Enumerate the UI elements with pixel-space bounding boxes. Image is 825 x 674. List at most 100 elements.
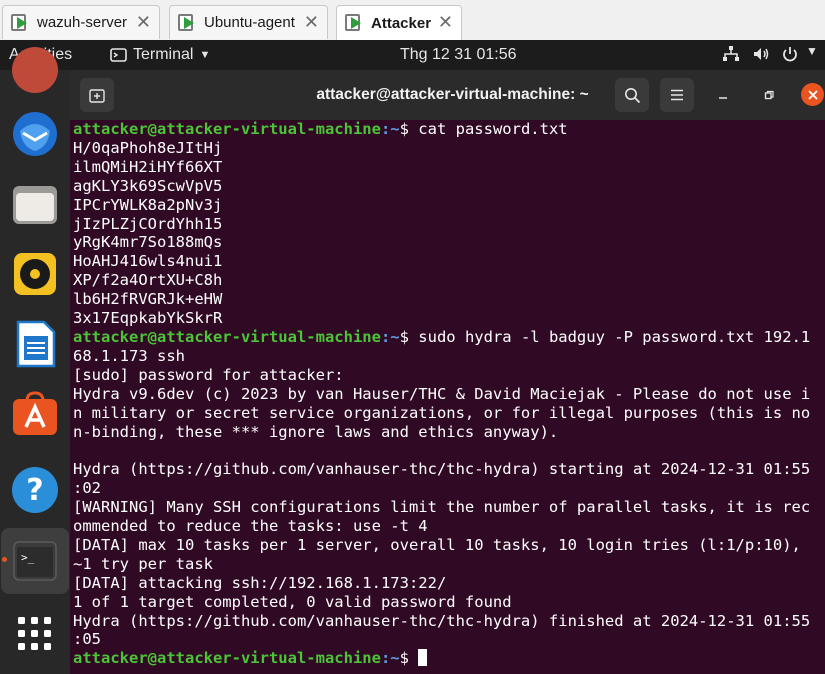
dock-help[interactable]: ? [9,464,61,516]
dock-files[interactable] [9,178,61,230]
terminal-line: [DATA] max 10 tasks per 1 server, overal… [73,535,801,554]
maximize-button[interactable] [761,87,777,103]
vm-tab-ubuntu-agent[interactable]: Ubuntu-agent ✕ [169,5,328,39]
prompt-user: attacker@attacker-virtual-machine [73,327,381,346]
vm-play-icon [345,14,363,32]
app-center-icon [13,391,57,435]
close-icon[interactable]: ✕ [438,12,453,33]
running-indicator [2,557,7,562]
terminal-title: attacker@attacker-virtual-machine: ~ [316,86,589,103]
dock-thunderbird[interactable] [9,108,61,160]
terminal-output: attacker@attacker-virtual-machine:~$ cat… [73,120,810,668]
prompt-symbol: $ [399,649,419,668]
vm-tab-label: Attacker [371,14,432,32]
terminal-line: Hydra (https://github.com/vanhauser-thc/… [73,611,811,630]
vm-tab-strip: wazuh-server ✕ Ubuntu-agent ✕ Attacker ✕ [0,0,825,40]
close-icon [807,89,818,100]
rhythmbox-icon [14,253,56,295]
terminal-icon: >_ [13,541,57,581]
terminal-line: XP/f2a4OrtXU+C8h [73,271,223,290]
restore-icon [764,90,774,100]
hamburger-icon [671,89,683,101]
text-cursor [418,649,428,667]
terminal-body[interactable]: attacker@attacker-virtual-machine:~$ cat… [70,120,825,674]
terminal-line: Hydra v9.6dev (c) 2023 by van Hauser/THC… [73,384,811,403]
network-icon[interactable] [722,45,740,68]
terminal-line-command1: attacker@attacker-virtual-machine:~$ cat… [73,120,810,139]
terminal-line: Hydra (https://github.com/vanhauser-thc/… [73,460,811,479]
minimize-button[interactable] [715,87,731,103]
terminal-line: :05 [73,630,101,649]
terminal-line-prompt: attacker@attacker-virtual-machine:~$ [73,649,810,668]
terminal-line-command2: attacker@attacker-virtual-machine:~$ sud… [73,328,810,347]
search-button[interactable] [615,78,649,112]
app-menu-button[interactable]: Terminal ▼ [110,46,210,64]
terminal-line: 3x17EqpkabYkSkrR [73,309,223,328]
minimize-icon [719,97,727,99]
close-icon[interactable]: ✕ [304,12,319,33]
chevron-down-icon[interactable]: ▼ [806,44,818,58]
prompt-symbol: $ [399,120,419,138]
dock-terminal[interactable]: >_ [9,535,61,587]
terminal-line: IPCrYWLK8a2pNv3j [73,195,223,214]
vm-tab-attacker[interactable]: Attacker ✕ [336,5,462,40]
prompt-path: :~ [380,649,400,668]
clock[interactable]: Thg 12 31 01:56 [400,46,517,64]
terminal-line: [WARNING] Many SSH configurations limit … [73,498,811,517]
terminal-line: yRgK4mr7So188mQs [73,233,223,252]
svg-text:?: ? [26,473,43,508]
new-tab-icon [89,89,105,103]
close-button[interactable] [801,83,824,106]
terminal-line: :02 [73,479,101,498]
menu-button[interactable] [660,78,694,112]
prompt-path: :~ [380,120,400,138]
prompt-path: :~ [380,327,400,346]
terminal-line: 1 of 1 target completed, 0 valid passwor… [73,592,512,611]
search-icon [624,87,640,103]
vm-tab-label: wazuh-server [37,14,128,31]
terminal-line: lb6H2fRVGRJk+eHW [73,290,223,309]
svg-text:>_: >_ [21,551,35,564]
vm-tab-label: Ubuntu-agent [204,14,295,31]
vm-tab-wazuh-server[interactable]: wazuh-server ✕ [2,5,160,39]
dock-rhythmbox[interactable] [9,248,61,300]
dock-libreoffice-writer[interactable] [9,318,61,370]
libreoffice-writer-icon [16,320,56,368]
new-tab-button[interactable] [80,78,114,112]
help-icon: ? [12,467,58,513]
show-apps-icon [18,617,51,650]
app-menu-label: Terminal [133,46,194,63]
vm-play-icon [178,13,196,32]
app-icon [12,47,58,93]
close-icon[interactable]: ✕ [136,12,151,33]
terminal-header: attacker@attacker-virtual-machine: ~ [70,70,825,120]
terminal-small-icon [110,48,127,62]
power-icon[interactable] [781,45,799,68]
terminal-line: HoAHJ416wls4nui1 [73,252,223,271]
dock-show-apps[interactable] [9,608,61,660]
volume-icon[interactable] [752,45,770,68]
terminal-line: [sudo] password for attacker: [73,365,344,384]
dock-app-partial[interactable] [9,44,61,96]
terminal-line: n military or secret service organizatio… [73,403,811,422]
command-text: cat password.txt [418,120,568,138]
dock-app-center[interactable] [9,388,61,440]
terminal-line: ommended to reduce the tasks: use -t 4 [73,517,428,536]
dock: ? >_ [0,47,70,674]
terminal-line: H/0qaPhoh8eJItHj [73,138,223,157]
prompt-user: attacker@attacker-virtual-machine [73,120,381,138]
chevron-down-icon: ▼ [199,49,211,61]
prompt-user: attacker@attacker-virtual-machine [73,649,381,668]
terminal-line: ~1 try per task [73,554,213,573]
terminal-line: agKLY3k69ScwVpV5 [73,176,223,195]
gnome-top-bar: Activities Terminal ▼ Thg 12 31 01:56 ▼ [0,40,825,70]
files-icon [13,186,57,224]
terminal-line: [DATA] attacking ssh://192.168.1.173:22/ [73,573,447,592]
terminal-line: ilmQMiH2iHYf66XT [73,157,223,176]
terminal-line: n-binding, these *** ignore laws and eth… [73,422,559,441]
terminal-line: jIzPLZjCOrdYhh15 [73,214,223,233]
thunderbird-icon [13,112,57,156]
terminal-line: 68.1.173 ssh [73,346,185,365]
command-text: sudo hydra -l badguy -P password.txt 192… [418,327,811,346]
